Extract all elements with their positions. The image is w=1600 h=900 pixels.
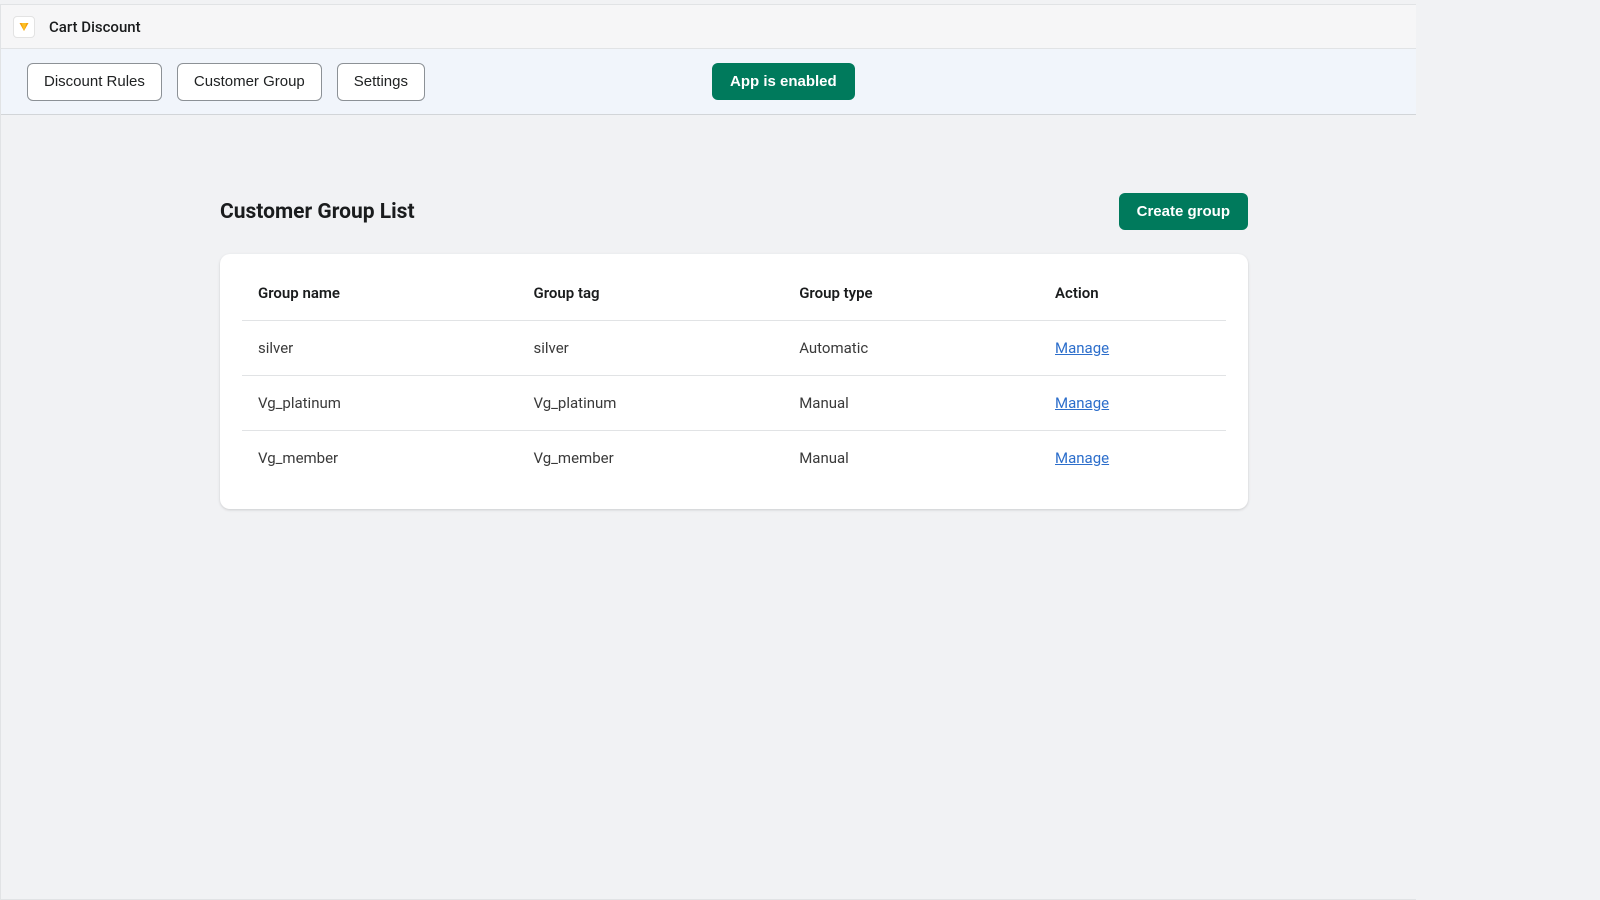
cell-group-type: Automatic [783,321,1039,376]
tab-customer-group[interactable]: Customer Group [177,63,322,101]
group-table: Group name Group tag Group type Action s… [242,266,1226,485]
cell-group-type: Manual [783,376,1039,431]
page-title: Customer Group List [220,200,415,224]
cell-group-name: silver [242,321,518,376]
cell-group-name: Vg_platinum [242,376,518,431]
cell-group-tag: Vg_member [518,431,784,486]
tab-discount-rules[interactable]: Discount Rules [27,63,162,101]
cell-action: Manage [1039,431,1226,486]
table-header-row: Group name Group tag Group type Action [242,266,1226,321]
main-content: Customer Group List Create group Group n… [1,115,1416,509]
table-row: Vg_memberVg_memberManualManage [242,431,1226,486]
create-group-button[interactable]: Create group [1119,193,1248,230]
page-header: Customer Group List Create group [220,193,1248,230]
cell-group-tag: Vg_platinum [518,376,784,431]
manage-link[interactable]: Manage [1055,339,1109,357]
app-header-bar: Cart Discount [1,5,1416,49]
app-status-pill[interactable]: App is enabled [712,63,855,100]
cell-group-tag: silver [518,321,784,376]
col-header-type: Group type [783,266,1039,321]
col-header-action: Action [1039,266,1226,321]
cell-group-type: Manual [783,431,1039,486]
manage-link[interactable]: Manage [1055,449,1109,467]
manage-link[interactable]: Manage [1055,394,1109,412]
group-list-card: Group name Group tag Group type Action s… [220,254,1248,509]
tab-settings[interactable]: Settings [337,63,425,101]
cell-group-name: Vg_member [242,431,518,486]
col-header-name: Group name [242,266,518,321]
table-row: Vg_platinumVg_platinumManualManage [242,376,1226,431]
app-title: Cart Discount [49,18,141,36]
col-header-tag: Group tag [518,266,784,321]
toolbar: Discount Rules Customer Group Settings A… [1,49,1416,115]
cell-action: Manage [1039,376,1226,431]
app-logo-icon [13,16,35,38]
table-row: silversilverAutomaticManage [242,321,1226,376]
cell-action: Manage [1039,321,1226,376]
